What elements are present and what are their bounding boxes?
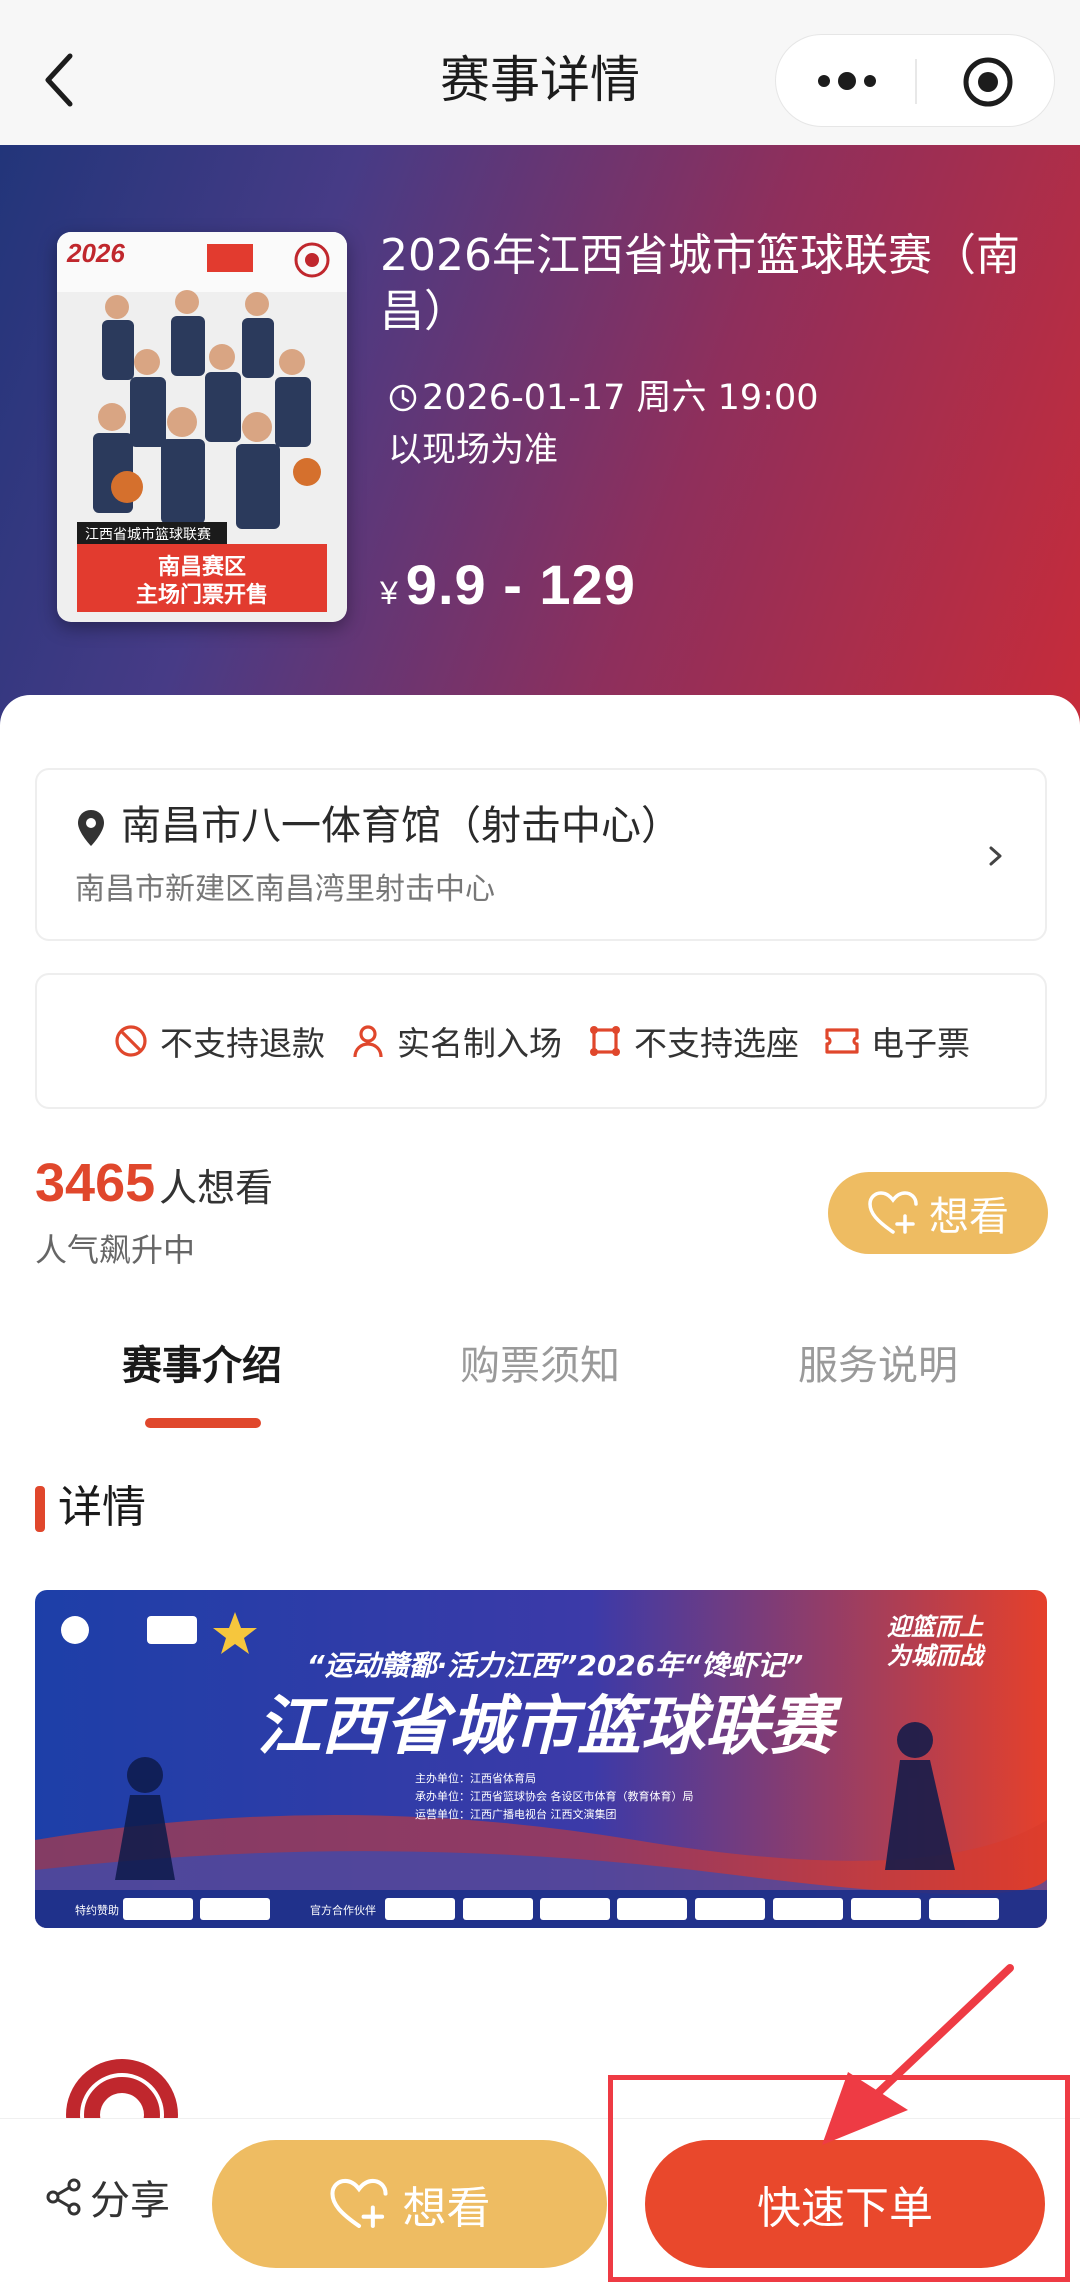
tab-service-info[interactable]: 服务说明 <box>798 1336 958 1396</box>
event-datetime: 2026-01-17 周六 19:00 <box>388 372 819 424</box>
ticket-icon <box>825 1028 859 1054</box>
heart-plus-icon <box>329 2178 388 2228</box>
event-title: 2026年江西省城市篮球联赛（南昌） <box>380 230 1020 337</box>
share-label: 分享 <box>90 2178 170 2224</box>
pointer-arrow-icon <box>822 1964 1014 2145</box>
active-tab-indicator <box>145 1418 261 1428</box>
banner-corner-slogan-1: 迎篮而上 <box>887 1613 984 1641</box>
policy-no-seat-select: 不支持选座 <box>586 1017 799 1065</box>
location-pin-icon <box>78 810 104 846</box>
bottom-want-button[interactable]: 想看 <box>212 2140 607 2268</box>
want-button-label: 想看 <box>929 1194 1009 1240</box>
poster-line-2: 主场门票开售 <box>136 582 268 608</box>
banner-sponsor-label: 特约赞助 <box>75 1903 119 1917</box>
policy-label: 不支持退款 <box>160 1024 325 1063</box>
interest-number: 3465 <box>35 1153 156 1213</box>
banner-co-organizer: 承办单位：江西省篮球协会 各设区市体育（教育体育）局 <box>415 1789 694 1803</box>
more-icon[interactable] <box>816 65 878 97</box>
banner-organizer: 主办单位：江西省体育局 <box>415 1771 536 1785</box>
bottom-want-label: 想看 <box>402 2183 491 2234</box>
policy-no-refund: 不支持退款 <box>112 1017 325 1065</box>
clock-icon <box>389 384 417 412</box>
price-value: 9.9 - 129 <box>405 553 636 616</box>
tab-event-intro[interactable]: 赛事介绍 <box>122 1336 282 1396</box>
heart-plus-icon <box>868 1191 918 1234</box>
navigation-bar: 赛事详情 <box>0 0 1080 145</box>
seat-icon <box>590 1026 620 1056</box>
close-target-icon[interactable] <box>961 55 1015 109</box>
popularity-trend: 人气飙升中 <box>35 1231 196 1269</box>
banner-partner-label: 官方合作伙伴 <box>310 1903 376 1917</box>
price-range: ¥ 9.9 - 129 <box>380 552 636 617</box>
person-icon <box>353 1025 383 1058</box>
banner-corner-slogan-2: 为城而战 <box>887 1642 986 1670</box>
banner-operator: 运营单位：江西广播电视台 江西文演集团 <box>415 1807 617 1821</box>
tab-ticket-notice[interactable]: 购票须知 <box>460 1336 620 1396</box>
policy-e-ticket: 电子票 <box>823 1017 970 1065</box>
poster-league-tag: 江西省城市篮球联赛 <box>85 526 211 543</box>
poster-image: 2026 江西省城市篮球联赛 南昌赛区 主场门票开售 <box>57 232 347 622</box>
section-title: 详情 <box>58 1482 146 1533</box>
venue-card[interactable]: 南昌市八一体育馆（射击中心） 南昌市新建区南昌湾里射击中心 <box>35 768 1047 941</box>
capsule-divider <box>915 59 917 104</box>
share-icon <box>46 2178 81 2216</box>
section-marker <box>35 1486 45 1532</box>
no-refund-icon <box>115 1025 147 1057</box>
mini-program-capsule <box>775 34 1055 127</box>
want-to-watch-button[interactable]: 想看 <box>828 1172 1048 1254</box>
interest-suffix: 人想看 <box>159 1166 274 1210</box>
poster-year: 2026 <box>66 238 125 268</box>
poster-line-1: 南昌赛区 <box>158 554 246 580</box>
banner-image: 迎篮而上 为城而战 “运动赣鄱·活力江西”2026年“馋虾记” 江西省城市篮球联… <box>35 1590 1047 1928</box>
share-button[interactable]: 分享 <box>44 2168 170 2226</box>
banner-slogan: “运动赣鄱·活力江西”2026年“馋虾记” <box>307 1649 804 1682</box>
event-datetime-text: 2026-01-17 周六 19:00 <box>422 378 819 418</box>
policy-label: 实名制入场 <box>397 1024 562 1063</box>
policy-label: 电子票 <box>871 1024 970 1063</box>
event-poster[interactable]: 2026 江西省城市篮球联赛 南昌赛区 主场门票开售 <box>57 232 347 622</box>
league-banner: 迎篮而上 为城而战 “运动赣鄱·活力江西”2026年“馋虾记” 江西省城市篮球联… <box>35 1590 1047 1928</box>
policy-real-name: 实名制入场 <box>349 1017 562 1065</box>
banner-main-title: 江西省城市篮球联赛 <box>257 1689 843 1764</box>
ticket-policy-card: 不支持退款 实名制入场 不支持选座 电子票 <box>35 973 1047 1109</box>
event-time-note: 以现场为准 <box>388 430 558 470</box>
venue-name: 南昌市八一体育馆（射击中心） <box>121 803 681 849</box>
venue-address: 南昌市新建区南昌湾里射击中心 <box>75 872 495 907</box>
chevron-right-icon <box>989 846 1002 866</box>
interest-count: 3465 人想看 <box>35 1152 273 1214</box>
currency-symbol: ¥ <box>380 575 398 611</box>
policy-label: 不支持选座 <box>634 1024 799 1063</box>
